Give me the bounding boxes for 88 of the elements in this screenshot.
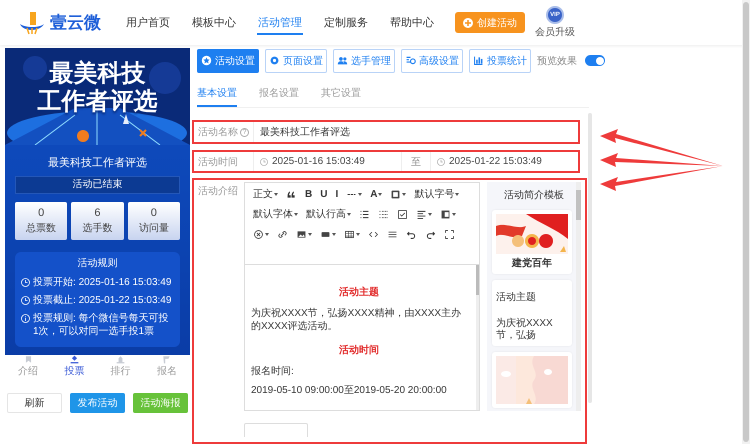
tab-icon: [161, 355, 172, 364]
rule-text: 投票开始: 2025-01-16 15:03:49: [33, 276, 172, 289]
nav-item[interactable]: 模板中心: [181, 0, 247, 45]
activity-title: 最美科技工作者评选: [47, 156, 148, 170]
scrollbar[interactable]: [588, 113, 592, 403]
sub-tab[interactable]: 基本设置: [197, 85, 237, 107]
rich-text-editor[interactable]: 正文 B U I A 默认字号 默认字体 默认行高 活动主题 为庆祝XXXX节，弘扬XXXX精神，由XXXX主办的XXXX评选活动。 活动时间 报名时间: 2019-05-10 09:00:00至2019-05-20 20:00:00: [244, 182, 480, 411]
template-card[interactable]: 建党百年: [492, 210, 572, 274]
settings-tab[interactable]: 投票统计: [469, 48, 531, 72]
link-icon: [277, 228, 288, 240]
field-label: 活动介绍: [197, 185, 239, 199]
toolbar-button[interactable]: 默认字体: [249, 205, 302, 223]
toolbar-button[interactable]: I: [331, 185, 342, 203]
toolbar-button[interactable]: U: [316, 185, 332, 203]
content-paragraph: 报名时间:: [251, 365, 295, 378]
stat-label: 选手数: [82, 222, 112, 235]
status-bar: 活动已结束: [15, 176, 180, 194]
content-paragraph: 为庆祝XXXX节，弘扬XXXX精神，由XXXX主办的XXXX评选活动。: [251, 307, 462, 333]
bar-chart-icon: [473, 55, 484, 66]
end-date-field[interactable]: 2025-01-22 15:03:49: [431, 152, 578, 171]
template-title: 活动主题: [496, 290, 537, 304]
nav-item[interactable]: 帮助中心: [379, 0, 445, 45]
content-heading: 活动时间: [338, 344, 380, 357]
toolbar-button[interactable]: 正文: [249, 185, 282, 203]
tab-icon: [68, 355, 80, 364]
stat-label: 访问量: [138, 222, 169, 235]
gear-icon: [269, 55, 280, 66]
content-heading: 活动主题: [338, 285, 380, 299]
image-icon: [296, 228, 307, 240]
field-label: 活动时间: [198, 156, 238, 168]
rule-text: 投票规则: 每个微信号每天可投1次，可以对同一选手投1票: [33, 312, 170, 338]
banner-title: 工作者评选: [38, 88, 158, 115]
start-date-field[interactable]: 2025-01-16 15:03:49: [254, 152, 401, 171]
logo-icon: [18, 10, 46, 36]
align-icon: [416, 208, 427, 220]
checkbox-list-icon: [397, 208, 408, 220]
action-button[interactable]: 刷新: [7, 393, 62, 413]
clock-icon: [21, 278, 30, 287]
toolbar-button[interactable]: 默认行高: [302, 205, 355, 223]
logo-text: 壹云微: [50, 12, 101, 34]
template-excerpt: 为庆祝XXXX节，弘扬: [496, 318, 554, 342]
clock-icon: [437, 158, 445, 166]
content-paragraph: 2019-05-10 09:00:00至2019-05-20 20:00:00: [251, 384, 448, 397]
template-caption: 建党百年: [510, 256, 553, 270]
range-separator: 至: [401, 152, 431, 171]
stat-value: 0: [150, 207, 157, 219]
toolbar-button[interactable]: B: [301, 185, 316, 203]
toolbar-button[interactable]: A: [366, 185, 386, 203]
nav-item[interactable]: 活动管理: [247, 0, 313, 45]
scrollbar-thumb[interactable]: [576, 190, 581, 220]
stat-value: 0: [38, 207, 44, 219]
plus-icon: [463, 18, 473, 28]
upgrade-link[interactable]: 会员升级: [535, 25, 575, 39]
indent-icon: [440, 208, 451, 220]
clock-icon: [260, 158, 268, 166]
stat-label: 总票数: [26, 222, 56, 235]
panel-title: 活动简介模板: [503, 188, 565, 202]
tab-icon: [115, 355, 126, 364]
template-card[interactable]: 活动主题 为庆祝XXXX节，弘扬: [492, 280, 572, 346]
scrollbar-thumb[interactable]: [743, 2, 749, 442]
rules-title: 活动规则: [76, 257, 118, 270]
nav-item[interactable]: 用户首页: [115, 0, 181, 45]
table-icon: [344, 228, 355, 240]
settings-icon: [405, 55, 416, 66]
toolbar-button[interactable]: 默认字号: [410, 185, 464, 203]
scrollbar-thumb[interactable]: [476, 265, 479, 295]
clock-icon: [21, 296, 30, 305]
users-icon: [337, 55, 348, 66]
settings-tab[interactable]: 高级设置: [401, 48, 463, 72]
toggle-label: 预览效果: [537, 54, 577, 68]
nav-item[interactable]: 定制服务: [313, 0, 379, 45]
settings-tab[interactable]: 活动设置: [197, 48, 259, 72]
rule-text: 投票截止: 2025-01-22 15:03:49: [33, 294, 172, 307]
preview-tab[interactable]: 投票: [51, 355, 98, 378]
banner-title: 最美科技: [50, 60, 146, 87]
field-label: 活动名称: [198, 126, 238, 139]
quote-icon: [286, 188, 297, 200]
star-icon: [201, 55, 212, 66]
numbered-list-icon: [378, 208, 389, 220]
background-color-icon: [390, 188, 402, 200]
fullscreen-icon: [444, 228, 455, 240]
settings-tab[interactable]: 页面设置: [265, 48, 327, 72]
preview-toggle[interactable]: [585, 55, 605, 66]
settings-tab[interactable]: 选手管理: [333, 48, 395, 72]
stat-value: 6: [94, 207, 101, 219]
bullet-list-icon: [359, 208, 370, 220]
input-field[interactable]: [244, 423, 308, 437]
info-icon: [21, 314, 30, 323]
